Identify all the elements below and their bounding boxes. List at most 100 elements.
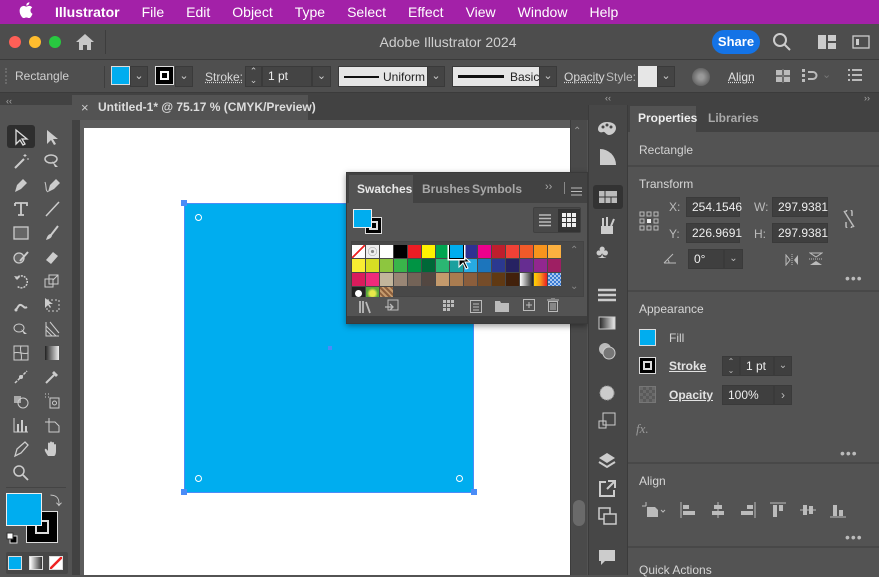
lasso-tool-icon[interactable]	[40, 149, 64, 173]
stroke-weight-input[interactable]: 1 pt	[262, 66, 312, 87]
opacity-link[interactable]: Opacity	[669, 388, 713, 402]
swatch-pattern-texture[interactable]	[380, 287, 393, 297]
graphic-styles-icon[interactable]	[596, 410, 620, 434]
swatch-8dc63f[interactable]	[380, 259, 393, 272]
horizontal-align-right-icon[interactable]	[740, 502, 756, 518]
tab-swatches[interactable]: Swatches	[349, 175, 413, 203]
swatch-scroll-up-icon[interactable]: ⌃	[570, 245, 578, 256]
swatch-00a651[interactable]	[436, 245, 449, 258]
swatch-gradient-bw[interactable]	[520, 273, 533, 286]
resize-handle[interactable]	[471, 489, 477, 495]
transparency-panel-icon[interactable]	[596, 340, 620, 364]
swatch-be1e2d[interactable]	[492, 245, 505, 258]
stroke-weight-dropdown[interactable]: ⌄	[312, 66, 331, 87]
horizontal-align-center-icon[interactable]	[710, 502, 726, 518]
blend-tool-icon[interactable]	[9, 365, 33, 389]
tab-libraries[interactable]: Libraries	[700, 106, 759, 132]
brush-dropdown[interactable]: ⌄	[539, 66, 557, 87]
effects-icon[interactable]: fx.	[636, 421, 649, 437]
swatch-libraries-icon[interactable]	[359, 300, 375, 314]
swatch-f9ed32[interactable]	[352, 259, 365, 272]
rotate-tool-icon[interactable]	[9, 269, 33, 293]
swatch-9e1f63[interactable]	[548, 259, 561, 272]
grid-view-button[interactable]	[558, 209, 580, 232]
panel-resize-handle[interactable]	[347, 316, 587, 323]
apple-icon[interactable]	[19, 2, 37, 22]
menu-file[interactable]: File	[142, 4, 165, 20]
swatch-fff200[interactable]	[422, 245, 435, 258]
selection-tool-icon[interactable]	[9, 125, 33, 149]
symbols-panel-icon[interactable]: ♣	[596, 242, 620, 266]
flip-vertical-icon[interactable]	[808, 252, 824, 266]
menu-help[interactable]: Help	[589, 4, 618, 20]
share-button[interactable]: Share	[712, 30, 760, 54]
swatch-fbb040[interactable]	[548, 245, 561, 258]
rectangle-tool-icon[interactable]	[9, 221, 33, 245]
gradient-panel-icon[interactable]	[596, 312, 620, 336]
swatch-pattern-flowers[interactable]	[366, 287, 379, 297]
stroke-weight-input[interactable]: 1 pt	[740, 356, 774, 376]
resize-handle[interactable]	[181, 200, 187, 206]
artboard-tool-icon[interactable]	[40, 413, 64, 437]
rotate-input[interactable]: 0°	[688, 249, 724, 269]
tab-symbols[interactable]: Symbols	[464, 175, 530, 203]
export-panel-icon[interactable]	[596, 478, 620, 502]
new-color-group-icon[interactable]	[495, 300, 509, 312]
scrollbar-thumb[interactable]	[573, 500, 585, 526]
appearance-panel-icon[interactable]	[596, 382, 620, 406]
fill-swatch[interactable]	[639, 329, 656, 346]
swatch-c2b59b[interactable]	[380, 273, 393, 286]
symbol-sprayer-tool-icon[interactable]	[40, 389, 64, 413]
stroke-link[interactable]: Stroke	[669, 359, 706, 373]
swatch-42210b[interactable]	[506, 273, 519, 286]
swatch-262262[interactable]	[506, 259, 519, 272]
stroke-weight-stepper[interactable]: ⌃ ⌄	[245, 66, 262, 87]
default-fill-stroke-icon[interactable]	[6, 532, 18, 544]
swatch-92278f[interactable]	[534, 259, 547, 272]
x-input[interactable]: 254.1546	[686, 197, 742, 217]
properties-panel-button[interactable]	[593, 185, 623, 209]
warp-tool-icon[interactable]	[9, 293, 33, 317]
distribute-icon[interactable]	[802, 69, 818, 83]
live-paint-bucket-tool-icon[interactable]	[9, 389, 33, 413]
swatch-736357[interactable]	[408, 273, 421, 286]
menu-view[interactable]: View	[466, 4, 496, 20]
panel-menu-icon[interactable]	[571, 185, 582, 196]
menu-app[interactable]: Illustrator	[55, 4, 120, 20]
perspective-grid-tool-icon[interactable]	[40, 317, 64, 341]
gripper[interactable]	[5, 68, 7, 84]
opacity-input[interactable]: 100%	[722, 385, 774, 405]
swatch-ee2a7b[interactable]	[366, 273, 379, 286]
swatch-a97c50[interactable]	[450, 273, 463, 286]
menu-edit[interactable]: Edit	[186, 4, 210, 20]
horizontal-align-left-icon[interactable]	[680, 502, 696, 518]
align-to-selection-icon[interactable]	[642, 502, 666, 518]
panel-menu-icon[interactable]	[848, 69, 862, 83]
pen-tool-icon[interactable]	[9, 173, 33, 197]
arrange-documents-icon[interactable]	[852, 35, 870, 49]
collapse-icon[interactable]: ‹‹	[6, 96, 12, 106]
swatch-8b5e3c[interactable]	[464, 273, 477, 286]
close-tab-icon[interactable]: ×	[81, 100, 89, 115]
swatch-f15a29[interactable]	[520, 245, 533, 258]
swatch-c49a6c[interactable]	[436, 273, 449, 286]
more-options-icon[interactable]: •••	[845, 529, 863, 545]
column-graph-tool-icon[interactable]	[9, 413, 33, 437]
recolor-artwork-icon[interactable]	[692, 68, 710, 86]
search-icon[interactable]	[772, 32, 792, 52]
hand-tool-icon[interactable]	[40, 437, 64, 461]
swatch-none[interactable]	[352, 245, 365, 258]
y-input[interactable]: 226.9691	[686, 223, 742, 243]
swatch-da1c5c[interactable]	[352, 273, 365, 286]
new-swatch-icon[interactable]	[523, 299, 535, 311]
list-view-icon[interactable]	[538, 213, 552, 227]
align-to-icon[interactable]	[776, 69, 790, 83]
color-panel-icon[interactable]	[596, 118, 620, 142]
constrain-proportions-icon[interactable]	[842, 208, 856, 230]
eraser-tool-icon[interactable]	[40, 245, 64, 269]
curvature-tool-icon[interactable]	[40, 173, 64, 197]
scale-tool-icon[interactable]	[40, 269, 64, 293]
shaper-tool-icon[interactable]	[9, 245, 33, 269]
swatch-ffffff[interactable]	[380, 245, 393, 258]
swatch-f7941d[interactable]	[534, 245, 547, 258]
